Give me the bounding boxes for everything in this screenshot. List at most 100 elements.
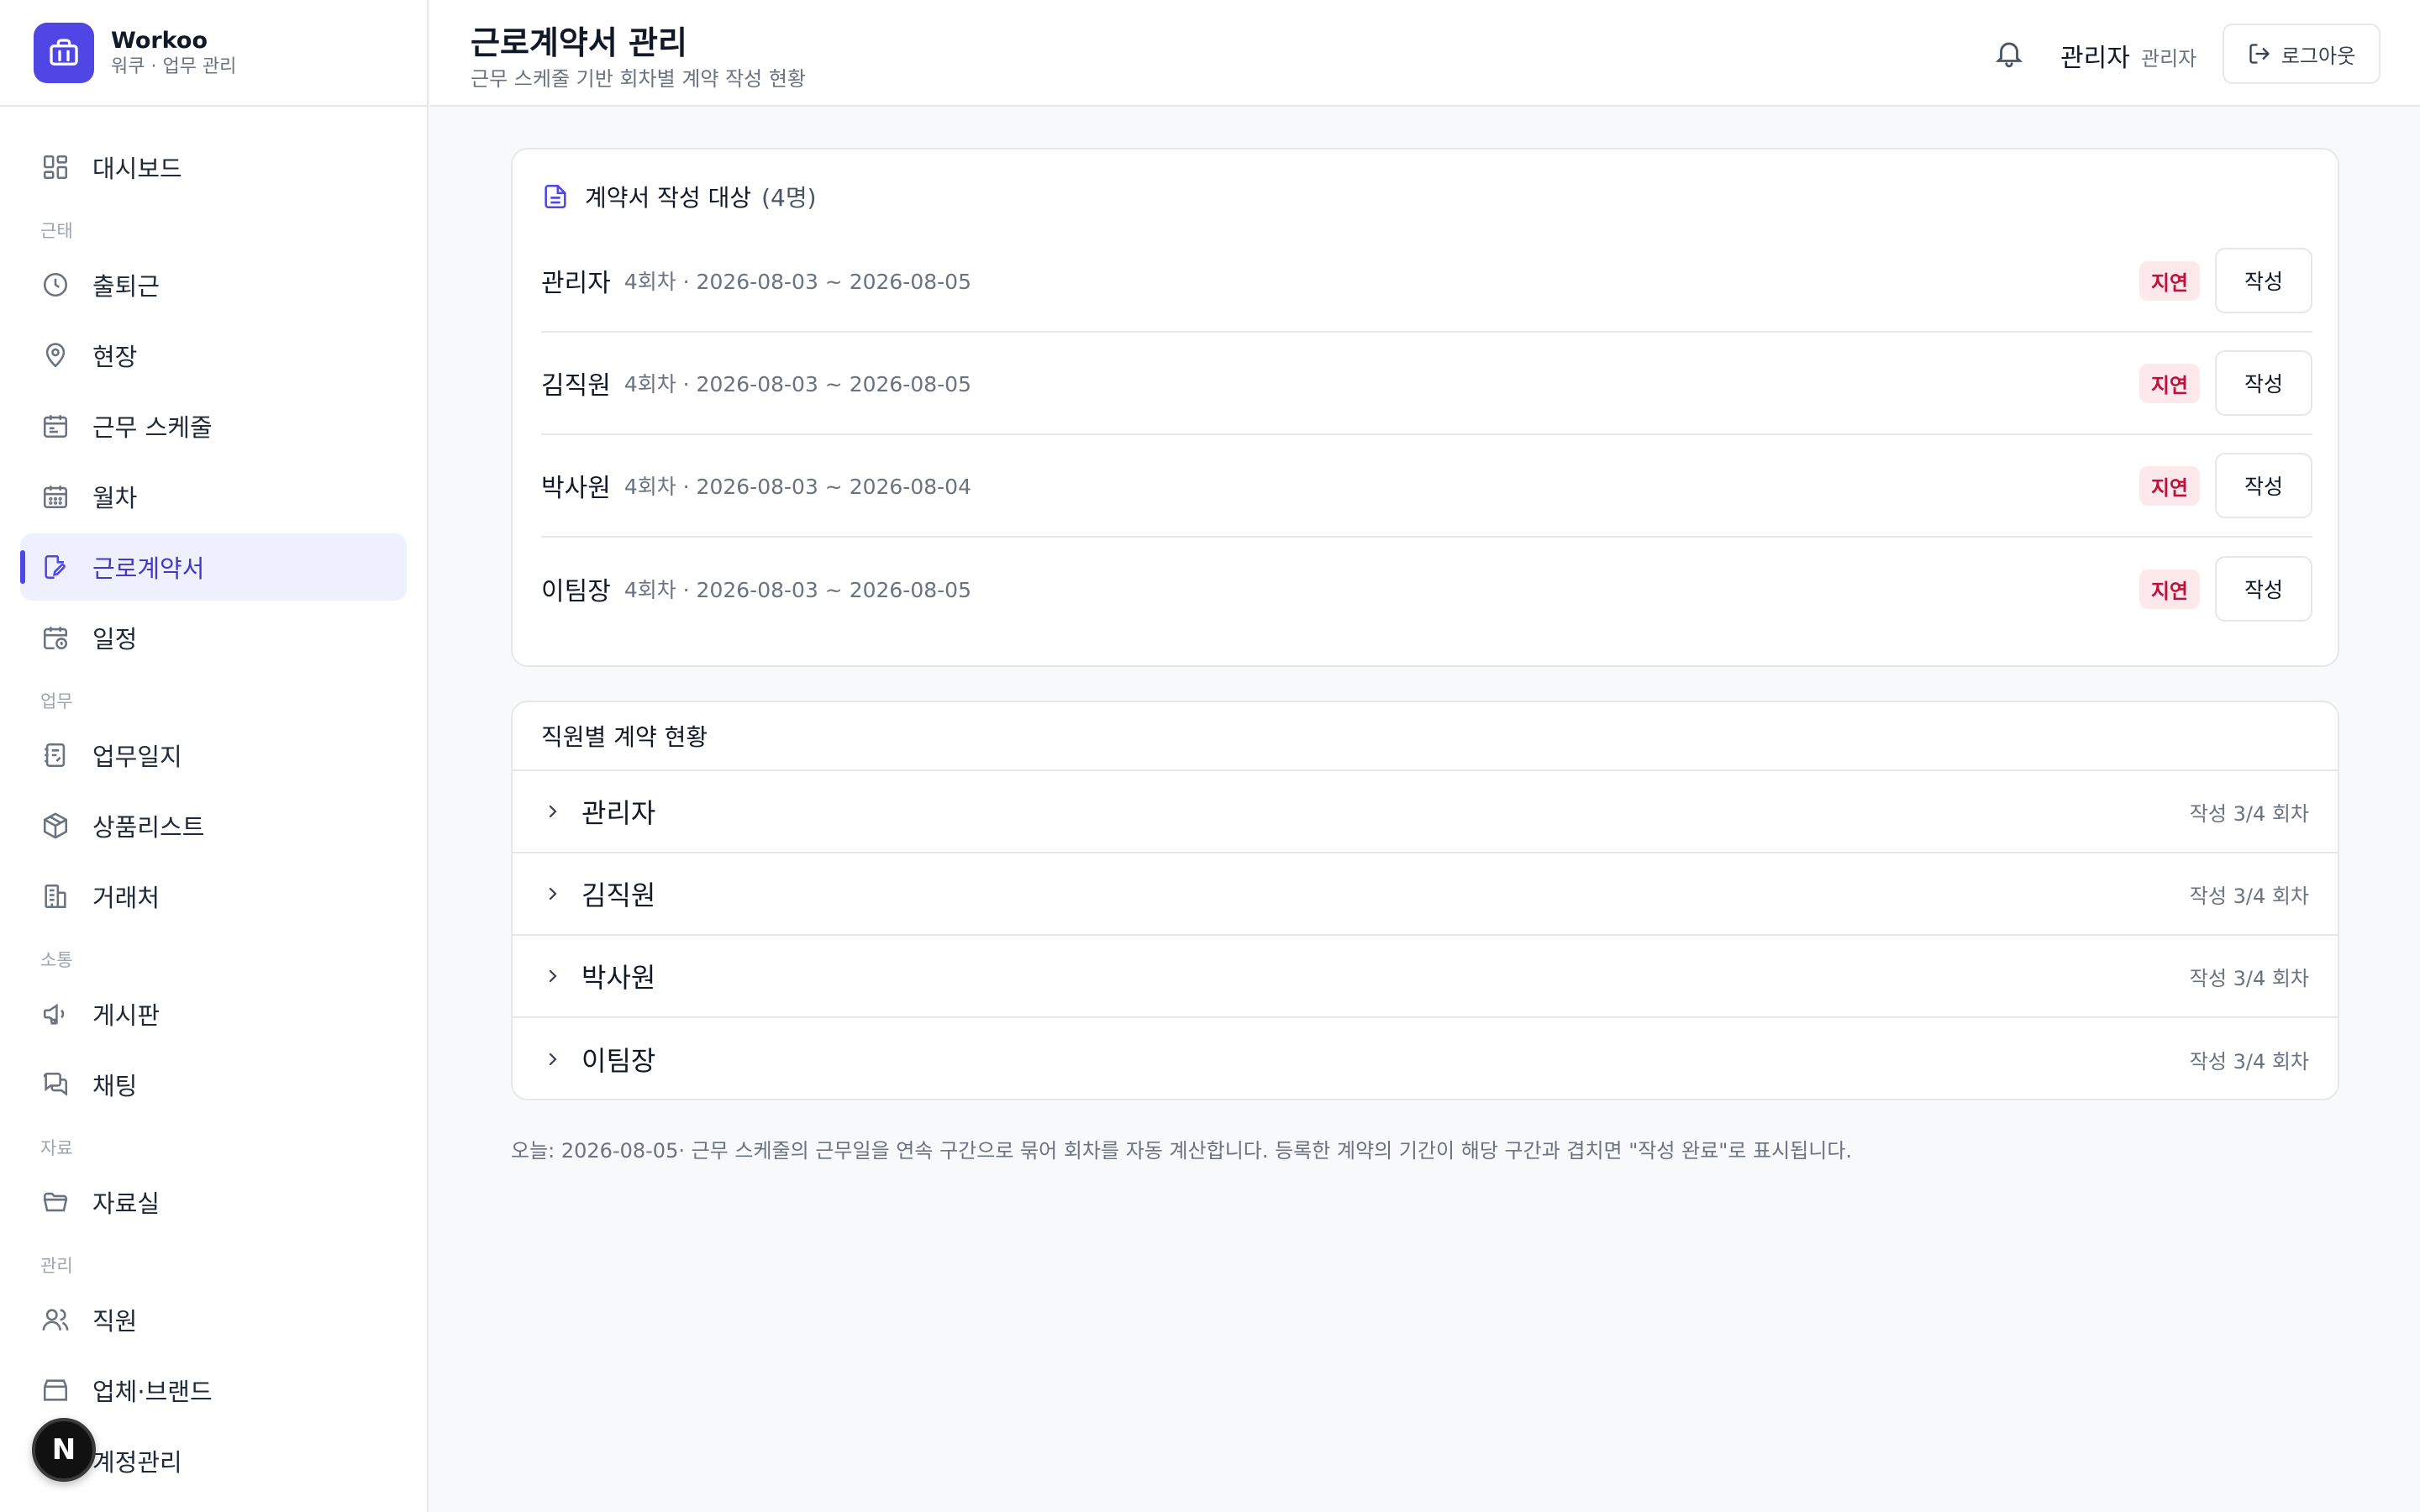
- sidebar-item-site[interactable]: 현장: [20, 322, 407, 389]
- target-meta: 4회차 · 2026-08-03 ~ 2026-08-05: [623, 372, 971, 396]
- target-meta: 4회차 · 2026-08-03 ~ 2026-08-04: [623, 475, 971, 499]
- brand[interactable]: Workoo 워쿠 · 업무 관리: [0, 0, 427, 107]
- clock-icon: [40, 270, 71, 300]
- notebook-icon: [40, 740, 71, 770]
- target-row: 박사원 4회차 · 2026-08-03 ~ 2026-08-04 지연 작성: [541, 435, 2312, 538]
- briefcase-icon: [34, 22, 94, 83]
- late-badge: 지연: [2139, 260, 2200, 301]
- sidebar-item-label: 채팅: [92, 1072, 138, 1100]
- sidebar-item-label: 직원: [92, 1307, 138, 1336]
- status-employee-name: 관리자: [581, 797, 656, 829]
- status-row[interactable]: 관리자 작성 3/4 회차: [513, 771, 2338, 853]
- target-row: 관리자 4회차 · 2026-08-03 ~ 2026-08-05 지연 작성: [541, 230, 2312, 333]
- employee-contract-status-card: 직원별 계약 현황 관리자 작성 3/4 회차 김직원 작성 3/4 회차 박사…: [511, 701, 2339, 1100]
- write-button[interactable]: 작성: [2215, 248, 2312, 313]
- edit-document-icon: [40, 552, 71, 582]
- target-meta: 4회차 · 2026-08-03 ~ 2026-08-05: [623, 270, 971, 294]
- late-badge: 지연: [2139, 465, 2200, 506]
- chevron-right-icon: [541, 964, 565, 988]
- chevron-right-icon: [541, 882, 565, 906]
- status-employee-name: 김직원: [581, 879, 656, 911]
- page-title: 근로계약서 관리: [471, 24, 687, 61]
- status-row[interactable]: 박사원 작성 3/4 회차: [513, 936, 2338, 1018]
- status-employee-name: 박사원: [581, 962, 656, 994]
- dev-tools-button[interactable]: N: [32, 1418, 96, 1482]
- chat-icon: [40, 1069, 71, 1100]
- sidebar-item-staff[interactable]: 직원: [20, 1286, 407, 1353]
- logout-label: 로그아웃: [2281, 44, 2356, 68]
- sidebar-item-label: 월차: [92, 484, 138, 512]
- sidebar-item-schedule[interactable]: 근무 스케줄: [20, 392, 407, 459]
- nav-group-resources: 자료: [40, 1138, 73, 1158]
- target-row: 김직원 4회차 · 2026-08-03 ~ 2026-08-05 지연 작성: [541, 333, 2312, 435]
- package-icon: [40, 811, 71, 841]
- chevron-right-icon: [541, 800, 565, 823]
- sidebar-item-calendar[interactable]: 일정: [20, 604, 407, 671]
- sidebar-item-label: 게시판: [92, 1001, 160, 1030]
- employee-contract-status-title: 직원별 계약 현황: [513, 702, 2338, 771]
- bell-icon[interactable]: [1993, 37, 2027, 71]
- target-name: 이팀장: [541, 577, 611, 606]
- contract-targets-card: 계약서 작성 대상 (4명) 관리자 4회차 · 2026-08-03 ~ 20…: [511, 148, 2339, 667]
- late-badge: 지연: [2139, 569, 2200, 609]
- status-row[interactable]: 이팀장 작성 3/4 회차: [513, 1018, 2338, 1099]
- sidebar-item-label: 계정관리: [92, 1448, 182, 1477]
- status-progress: 작성 3/4 회차: [2189, 1049, 2309, 1074]
- building-icon: [40, 881, 71, 911]
- calendar-clock-icon: [40, 622, 71, 653]
- app-root: Workoo 워쿠 · 업무 관리 대시보드 근태 출퇴근 현장 근무 스케줄 …: [0, 0, 2420, 1512]
- status-row[interactable]: 김직원 작성 3/4 회차: [513, 853, 2338, 936]
- nav-group-communication: 소통: [40, 950, 73, 970]
- sidebar-item-leave[interactable]: 월차: [20, 463, 407, 530]
- sidebar-item-label: 근무 스케줄: [92, 413, 213, 442]
- sidebar-item-label: 대시보드: [92, 155, 182, 183]
- sidebar-item-dashboard[interactable]: 대시보드: [20, 134, 407, 201]
- nav-group-attendance: 근태: [40, 221, 73, 241]
- sidebar-item-chat[interactable]: 채팅: [20, 1051, 407, 1118]
- sidebar: Workoo 워쿠 · 업무 관리 대시보드 근태 출퇴근 현장 근무 스케줄 …: [0, 0, 429, 1512]
- sidebar-item-clients[interactable]: 거래처: [20, 863, 407, 930]
- sidebar-item-label: 현장: [92, 343, 138, 371]
- calendar-icon: [40, 411, 71, 441]
- write-button[interactable]: 작성: [2215, 453, 2312, 518]
- sidebar-item-label: 업무일지: [92, 743, 182, 771]
- dashboard-icon: [40, 152, 71, 182]
- sidebar-item-contract[interactable]: 근로계약서: [20, 533, 407, 601]
- sidebar-item-brands[interactable]: 업체·브랜드: [20, 1357, 407, 1424]
- write-button[interactable]: 작성: [2215, 350, 2312, 416]
- target-row: 이팀장 4회차 · 2026-08-03 ~ 2026-08-05 지연 작성: [541, 538, 2312, 640]
- target-meta: 4회차 · 2026-08-03 ~ 2026-08-05: [623, 578, 971, 602]
- user-name: 관리자: [2060, 44, 2130, 73]
- chevron-right-icon: [541, 1047, 565, 1071]
- sidebar-item-commute[interactable]: 출퇴근: [20, 251, 407, 318]
- sidebar-item-label: 거래처: [92, 884, 160, 912]
- header: 근로계약서 관리 근무 스케줄 기반 회차별 계약 작성 현황 관리자 관리자 …: [430, 0, 2420, 107]
- sidebar-item-label: 일정: [92, 625, 138, 654]
- sidebar-item-label: 업체·브랜드: [92, 1378, 213, 1406]
- target-name: 관리자: [541, 269, 611, 298]
- sidebar-item-worklog[interactable]: 업무일지: [20, 722, 407, 789]
- sidebar-item-library[interactable]: 자료실: [20, 1168, 407, 1236]
- target-name: 박사원: [541, 474, 611, 503]
- megaphone-icon: [40, 999, 71, 1029]
- contract-targets-header: 계약서 작성 대상 (4명): [541, 180, 817, 213]
- footnote: 오늘: 2026-08-05· 근무 스케줄의 근무일을 연속 구간으로 묶어 …: [511, 1139, 1853, 1163]
- sidebar-nav: 대시보드 근태 출퇴근 현장 근무 스케줄 월차 근로계약서 일정 업무 업무일…: [0, 107, 427, 1494]
- status-employee-name: 이팀장: [581, 1045, 656, 1077]
- map-pin-icon: [40, 340, 71, 370]
- page-subtitle: 근무 스케줄 기반 회차별 계약 작성 현황: [471, 67, 807, 91]
- sidebar-item-board[interactable]: 게시판: [20, 980, 407, 1047]
- logout-icon: [2248, 42, 2271, 66]
- sidebar-item-products[interactable]: 상품리스트: [20, 792, 407, 859]
- write-button[interactable]: 작성: [2215, 556, 2312, 622]
- nav-group-admin: 관리: [40, 1256, 73, 1276]
- sidebar-item-label: 출퇴근: [92, 272, 160, 301]
- status-progress: 작성 3/4 회차: [2189, 966, 2309, 990]
- folder-icon: [40, 1187, 71, 1217]
- logout-button[interactable]: 로그아웃: [2223, 24, 2381, 84]
- sidebar-item-label: 상품리스트: [92, 813, 205, 842]
- user-role: 관리자: [2141, 47, 2197, 71]
- status-progress: 작성 3/4 회차: [2189, 884, 2309, 908]
- contract-targets-count: (4명): [761, 184, 817, 212]
- status-progress: 작성 3/4 회차: [2189, 801, 2309, 826]
